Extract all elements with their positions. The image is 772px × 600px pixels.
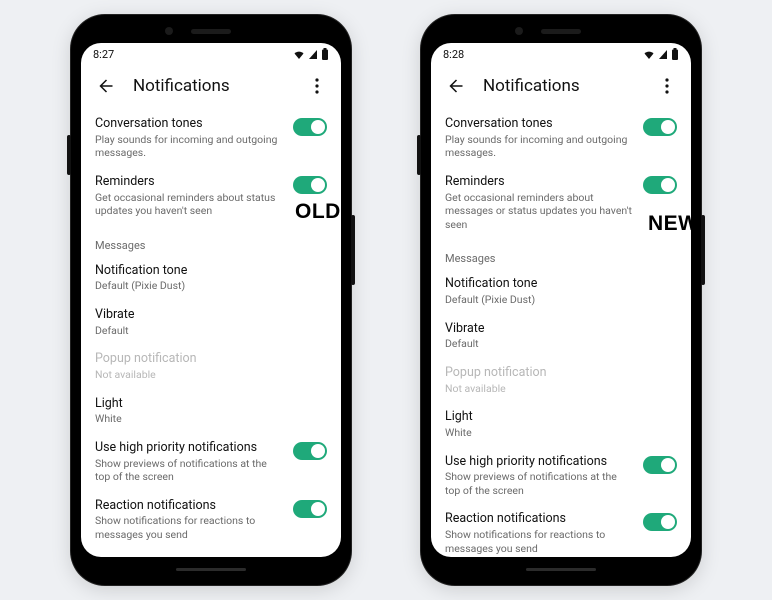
row-label: Notification tone: [95, 263, 327, 279]
toggle-reaction[interactable]: [293, 500, 327, 518]
settings-list[interactable]: Conversation tones Play sounds for incom…: [81, 107, 341, 557]
row-label: Use high priority notifications: [445, 454, 633, 470]
row-label: Reminders: [445, 174, 633, 190]
row-label: Conversation tones: [95, 116, 283, 132]
row-sub: Default (Pixie Dust): [445, 293, 677, 307]
row-high-priority[interactable]: Use high priority notifications Show pre…: [431, 447, 691, 505]
row-label: Reaction notifications: [95, 498, 283, 514]
row-vibrate[interactable]: Vibrate Default: [81, 300, 341, 344]
screen-left: 8:27 Notifications Conv: [81, 43, 341, 557]
row-sub: Default (Pixie Dust): [95, 279, 327, 293]
section-header-messages: Messages: [81, 225, 341, 256]
row-notification-tone[interactable]: Notification tone Default (Pixie Dust): [81, 256, 341, 300]
toggle-reminders[interactable]: [643, 176, 677, 194]
row-label: Light: [445, 409, 677, 425]
clock: 8:27: [93, 48, 114, 61]
row-label: Reminders: [95, 174, 283, 190]
battery-icon: [321, 48, 329, 60]
row-popup-notification: Popup notification Not available: [431, 358, 691, 402]
badge-old: OLD: [295, 200, 341, 224]
badge-new: NEW: [648, 212, 699, 236]
row-sub: Get occasional reminders about status up…: [95, 191, 283, 218]
settings-list[interactable]: Conversation tones Play sounds for incom…: [431, 107, 691, 557]
phone-right: 8:28 Notifications Conv: [421, 15, 701, 585]
toggle-high-priority[interactable]: [643, 456, 677, 474]
row-sub: White: [95, 412, 327, 426]
home-indicator[interactable]: [176, 568, 246, 571]
row-sub: Show notifications for reactions to mess…: [95, 514, 283, 541]
wifi-icon: [293, 49, 305, 59]
more-vert-icon: [665, 78, 669, 94]
back-button[interactable]: [441, 72, 469, 100]
row-label: Light: [95, 396, 327, 412]
toggle-high-priority[interactable]: [293, 442, 327, 460]
appbar: Notifications: [431, 65, 691, 107]
toggle-reaction[interactable]: [643, 513, 677, 531]
row-vibrate[interactable]: Vibrate Default: [431, 314, 691, 358]
toggle-conversation-tones[interactable]: [643, 118, 677, 136]
row-notification-tone[interactable]: Notification tone Default (Pixie Dust): [431, 269, 691, 313]
statusbar: 8:27: [81, 43, 341, 65]
row-sub: Play sounds for incoming and outgoing me…: [95, 133, 283, 160]
row-high-priority[interactable]: Use high priority notifications Show pre…: [81, 433, 341, 491]
row-sub: Default: [95, 324, 327, 338]
arrow-left-icon: [446, 77, 464, 95]
toggle-reminders[interactable]: [293, 176, 327, 194]
phone-left: 8:27 Notifications Conv: [71, 15, 351, 585]
back-button[interactable]: [91, 72, 119, 100]
row-sub: Not available: [95, 368, 327, 382]
signal-icon: [658, 49, 668, 59]
row-label: Conversation tones: [445, 116, 633, 132]
row-label: Vibrate: [95, 307, 327, 323]
row-sub: Get occasional reminders about messages …: [445, 191, 633, 232]
row-sub: Play sounds for incoming and outgoing me…: [445, 133, 633, 160]
more-vert-icon: [315, 78, 319, 94]
arrow-left-icon: [96, 77, 114, 95]
row-label: Vibrate: [445, 321, 677, 337]
toggle-conversation-tones[interactable]: [293, 118, 327, 136]
section-header-messages: Messages: [431, 238, 691, 269]
statusbar: 8:28: [431, 43, 691, 65]
row-conversation-tones[interactable]: Conversation tones Play sounds for incom…: [81, 109, 341, 167]
overflow-button[interactable]: [303, 72, 331, 100]
row-popup-notification: Popup notification Not available: [81, 344, 341, 388]
clock: 8:28: [443, 48, 464, 61]
row-light[interactable]: Light White: [431, 402, 691, 446]
row-sub: Not available: [445, 382, 677, 396]
row-reaction-notifications[interactable]: Reaction notifications Show notification…: [81, 491, 341, 549]
row-label: Use high priority notifications: [95, 440, 283, 456]
row-light[interactable]: Light White: [81, 389, 341, 433]
row-label: Popup notification: [445, 365, 677, 381]
row-sub: Default: [445, 337, 677, 351]
screen-right: 8:28 Notifications Conv: [431, 43, 691, 557]
appbar: Notifications: [81, 65, 341, 107]
wifi-icon: [643, 49, 655, 59]
signal-icon: [308, 49, 318, 59]
row-label: Popup notification: [95, 351, 327, 367]
row-sub: Show previews of notifications at the to…: [445, 470, 633, 497]
battery-icon: [671, 48, 679, 60]
row-reaction-notifications[interactable]: Reaction notifications Show notification…: [431, 504, 691, 557]
page-title: Notifications: [483, 76, 580, 96]
row-label: Reaction notifications: [445, 511, 633, 527]
row-conversation-tones[interactable]: Conversation tones Play sounds for incom…: [431, 109, 691, 167]
overflow-button[interactable]: [653, 72, 681, 100]
row-sub: White: [445, 426, 677, 440]
row-sub: Show previews of notifications at the to…: [95, 457, 283, 484]
row-sub: Show notifications for reactions to mess…: [445, 528, 633, 555]
row-label: Notification tone: [445, 276, 677, 292]
page-title: Notifications: [133, 76, 230, 96]
home-indicator[interactable]: [526, 568, 596, 571]
